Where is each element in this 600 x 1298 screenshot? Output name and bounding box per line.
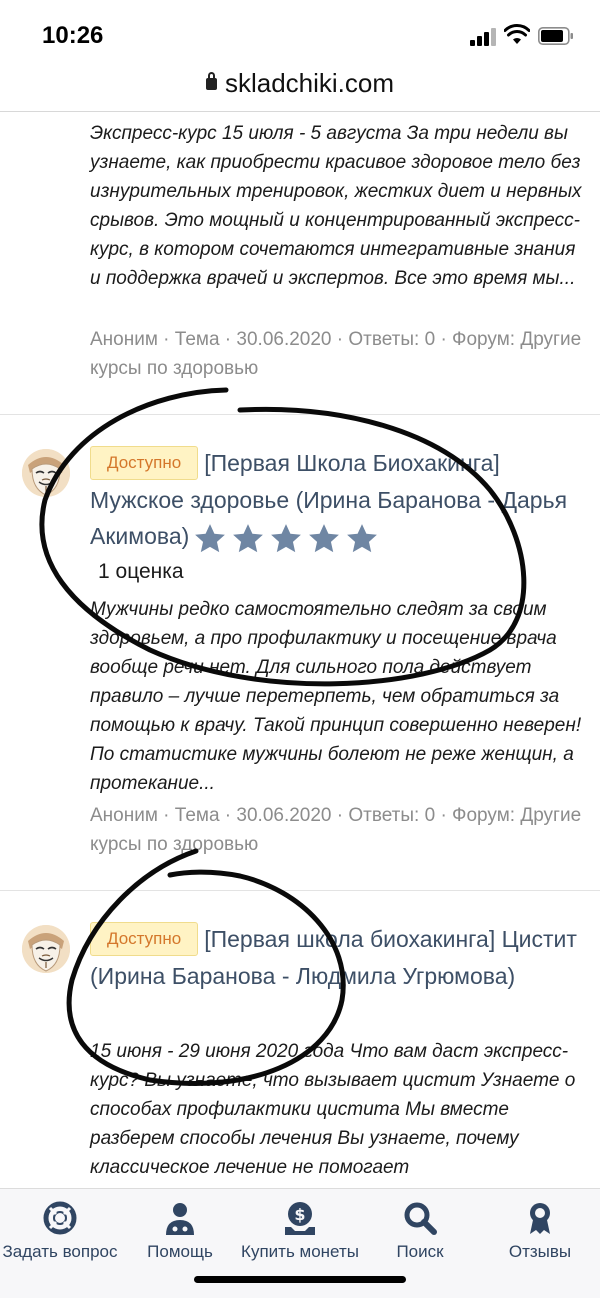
thread-item[interactable]: Экспресс-курс 15 июля - 5 августа За три… [0, 112, 600, 415]
url-text: skladchiki.com [224, 68, 395, 98]
nav-reviews[interactable]: Отзывы [480, 1201, 600, 1263]
thread-item[interactable]: Доступно [Первая Школа Биохакинга] Мужско… [0, 415, 600, 891]
thread-item[interactable]: Доступно [Первая школа биохакинга] Цистит… [0, 891, 600, 1191]
thread-snippet: 15 июня - 29 июня 2020 года Что вам даст… [90, 1041, 576, 1178]
star-icon [309, 524, 340, 553]
svg-text:$: $ [294, 1205, 305, 1224]
coins-icon: $ [285, 1202, 315, 1235]
star-icon [347, 524, 378, 553]
battery-icon [538, 27, 573, 45]
thread-snippet: Мужчины редко самостоятельно следят за с… [90, 599, 582, 794]
search-icon [404, 1202, 437, 1235]
nav-help[interactable]: Помощь [120, 1201, 240, 1263]
rating-stars [193, 519, 383, 556]
star-icon [233, 524, 264, 553]
cellular-signal-icon [470, 28, 496, 46]
nav-label: Задать вопрос [2, 1242, 118, 1261]
nav-label: Купить монеты [241, 1242, 359, 1261]
lifebuoy-icon [43, 1201, 77, 1235]
avatar [22, 925, 70, 973]
status-badge: Доступно [90, 921, 199, 956]
status-bar: 10:26 [0, 0, 600, 66]
nav-label: Помощь [147, 1242, 213, 1261]
star-icon [195, 524, 226, 553]
avatar [22, 449, 70, 497]
thread-meta: Аноним · Тема · 30.06.2020 · Ответы: 0 ·… [90, 329, 582, 379]
nav-ask-question[interactable]: Задать вопрос [0, 1201, 120, 1263]
browser-url-bar[interactable]: skladchiki.com [0, 62, 600, 112]
anonymous-mask-icon [22, 925, 70, 973]
wifi-icon [504, 24, 530, 44]
thread-snippet: Экспресс-курс 15 июля - 5 августа За три… [90, 123, 582, 289]
status-time: 10:26 [42, 22, 104, 49]
nav-search[interactable]: Поиск [360, 1201, 480, 1263]
status-badge: Доступно [90, 445, 199, 480]
nav-label: Отзывы [508, 1242, 572, 1261]
anonymous-mask-icon [22, 449, 70, 497]
award-icon [530, 1203, 550, 1234]
home-indicator [194, 1276, 406, 1283]
star-icon [271, 524, 302, 553]
nav-label: Поиск [396, 1242, 444, 1261]
thread-meta: Аноним · Тема · 30.06.2020 · Ответы: 0 ·… [90, 805, 582, 855]
doctor-icon [166, 1203, 194, 1235]
lock-icon [205, 72, 217, 90]
nav-buy-coins[interactable]: $ Купить монеты [240, 1201, 360, 1263]
rating-count: 1 оценка [98, 560, 184, 583]
